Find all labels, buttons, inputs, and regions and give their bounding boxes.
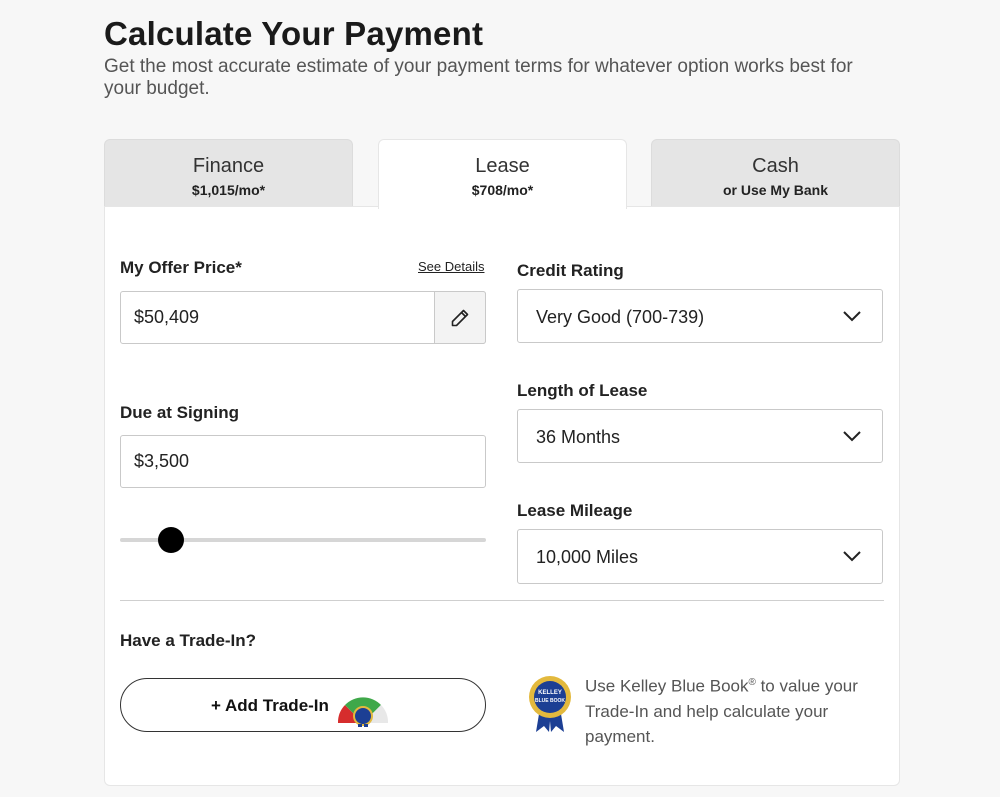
edit-price-button[interactable]	[434, 291, 486, 344]
credit-rating-label: Credit Rating	[517, 261, 624, 280]
lease-mileage-value: 10,000 Miles	[536, 547, 639, 567]
lease-mileage-label: Lease Mileage	[517, 501, 633, 520]
lease-length-value: 36 Months	[536, 427, 621, 447]
due-at-signing-field[interactable]: $3,500	[120, 435, 486, 488]
kbb-registered-mark: ®	[748, 677, 756, 688]
see-details-link[interactable]: See Details	[418, 259, 484, 274]
kbb-text-before: Use Kelley Blue Book	[585, 676, 749, 696]
chevron-down-icon	[843, 551, 861, 562]
credit-rating-select[interactable]: Very Good (700-739)	[517, 289, 883, 343]
tab-cash[interactable]: Cash or Use My Bank	[651, 139, 900, 207]
tab-finance-amount: $1,015/mo*	[191, 182, 266, 198]
tab-cash-sub: or Use My Bank	[722, 182, 829, 198]
page-header: Calculate Your Payment Get the most accu…	[104, 14, 904, 100]
offer-price-value: $50,409	[134, 307, 200, 327]
kbb-description: Use Kelley Blue Book® to value your Trad…	[585, 670, 885, 749]
tab-lease-amount: $708/mo*	[471, 182, 534, 198]
chevron-down-icon	[843, 311, 861, 322]
offer-price-field[interactable]: $50,409	[120, 291, 486, 344]
page-subtitle: Get the most accurate estimate of your p…	[104, 56, 853, 99]
kbb-logo-icon: KELLEY BLUE BOOK	[529, 676, 571, 732]
kbb-gauge-icon	[337, 697, 389, 727]
svg-text:BLUE BOOK: BLUE BOOK	[535, 698, 565, 704]
add-trade-in-label: + Add Trade-In	[211, 696, 329, 715]
pencil-icon	[451, 309, 469, 326]
tab-finance[interactable]: Finance $1,015/mo*	[104, 139, 353, 207]
tab-lease[interactable]: Lease $708/mo*	[378, 139, 627, 209]
page-title: Calculate Your Payment	[104, 15, 484, 52]
lease-length-label: Length of Lease	[517, 381, 648, 400]
tab-finance-label: Finance	[192, 155, 265, 177]
trade-in-label: Have a Trade-In?	[120, 631, 257, 650]
slider-thumb[interactable]	[158, 527, 185, 553]
add-trade-in-button[interactable]: + Add Trade-In	[120, 678, 486, 732]
credit-rating-value: Very Good (700-739)	[536, 307, 705, 327]
due-at-signing-slider[interactable]	[120, 527, 486, 553]
chevron-down-icon	[843, 431, 861, 442]
lease-mileage-select[interactable]: 10,000 Miles	[517, 529, 883, 584]
kbb-logo-text: KELLEY	[538, 690, 562, 696]
tab-cash-label: Cash	[752, 155, 799, 177]
offer-price-label: My Offer Price*	[120, 258, 242, 277]
section-divider	[120, 600, 884, 601]
payment-tabs: Finance $1,015/mo* Lease $708/mo* Cash o…	[104, 139, 900, 209]
tab-lease-label: Lease	[475, 155, 530, 177]
due-at-signing-value: $3,500	[134, 451, 190, 471]
lease-length-select[interactable]: 36 Months	[517, 409, 883, 463]
due-at-signing-label: Due at Signing	[120, 403, 239, 422]
